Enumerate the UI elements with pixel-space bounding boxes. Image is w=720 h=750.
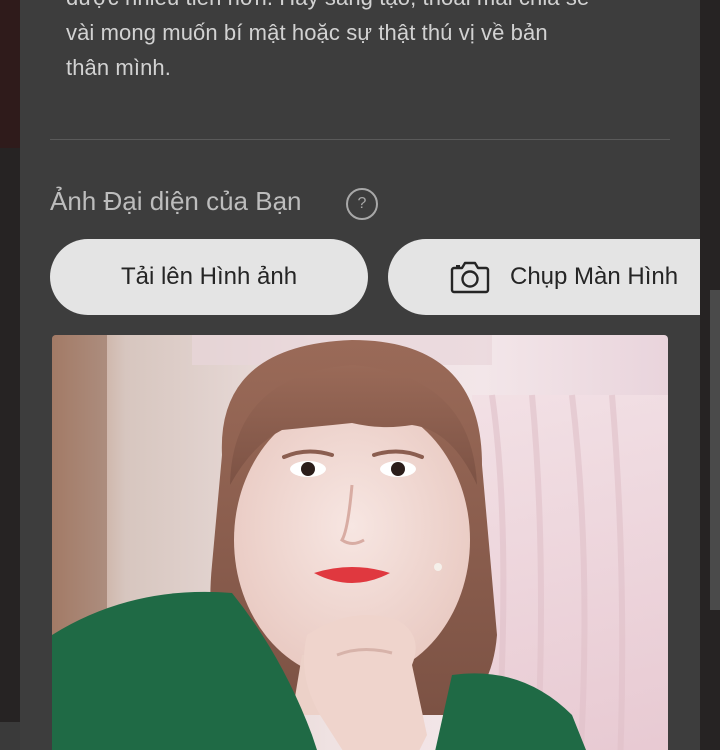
- profile-modal: được nhiều tiền hơn. Hãy sáng tạo, thoải…: [20, 0, 700, 750]
- question-circle-icon[interactable]: ?: [346, 188, 378, 220]
- capture-screen-button[interactable]: Chụp Màn Hình: [388, 239, 700, 315]
- avatar-preview-image: [52, 335, 668, 750]
- section-divider: [50, 139, 670, 140]
- avatar-section-title: Ảnh Đại diện của Bạn: [50, 186, 302, 216]
- background-panel-edge: [710, 290, 720, 610]
- profile-intro-text: được nhiều tiền hơn. Hãy sáng tạo, thoải…: [66, 0, 589, 80]
- capture-screen-button-label: Chụp Màn Hình: [510, 263, 679, 290]
- camera-icon: [450, 261, 490, 294]
- upload-image-button-label: Tải lên Hình ảnh: [120, 263, 298, 290]
- upload-image-button[interactable]: Tải lên Hình ảnh: [50, 239, 368, 315]
